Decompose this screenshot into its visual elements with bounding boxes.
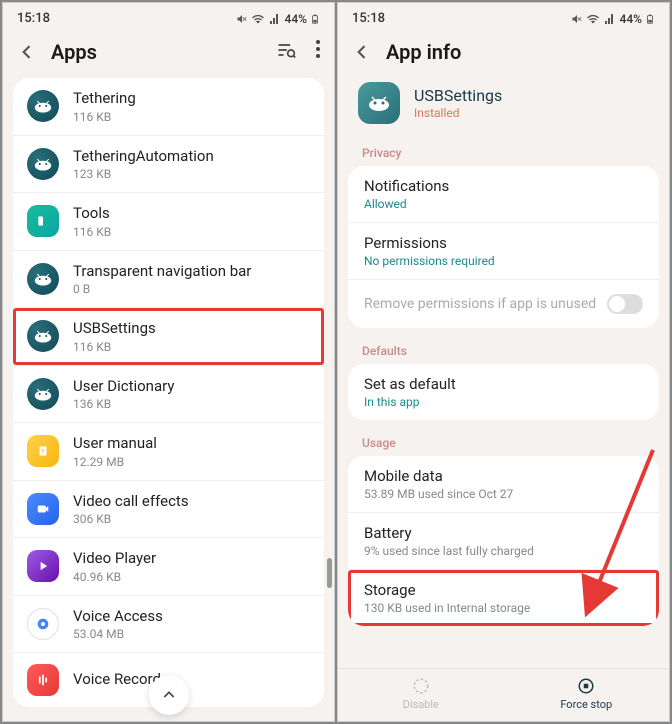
status-time: 15:18 — [352, 11, 385, 26]
section-usage: Usage — [348, 428, 659, 456]
signal-icon — [268, 13, 282, 25]
more-icon[interactable] — [316, 40, 320, 64]
mobile-data-row[interactable]: Mobile data 53.89 MB used since Oct 27 — [348, 456, 659, 513]
signal-icon — [603, 13, 617, 25]
app-icon — [27, 608, 59, 640]
app-row[interactable]: Tools116 KB — [13, 193, 324, 251]
status-bar: 15:18 44% — [3, 3, 334, 30]
app-size-label: 0 B — [73, 282, 310, 296]
storage-row[interactable]: Storage 130 KB used in Internal storage — [348, 570, 659, 626]
status-indicators: 44% — [236, 12, 320, 26]
app-size-label: 136 KB — [73, 397, 310, 411]
app-name-label: Video Player — [73, 549, 310, 569]
app-icon — [27, 320, 59, 352]
app-size-label: 306 KB — [73, 512, 310, 526]
back-icon[interactable] — [352, 42, 372, 62]
permissions-row[interactable]: Permissions No permissions required — [348, 223, 659, 280]
app-name-label: Voice Recorder — [73, 670, 310, 690]
app-row[interactable]: Video Player40.96 KB — [13, 538, 324, 596]
apps-list-screen: 15:18 44% Apps Tethering116 KBTetheringA… — [2, 2, 335, 722]
scroll-top-button[interactable] — [149, 675, 189, 715]
header: App info — [338, 30, 669, 78]
app-row[interactable]: User Dictionary136 KB — [13, 366, 324, 424]
app-icon — [27, 90, 59, 122]
app-size-label: 116 KB — [73, 340, 310, 354]
app-icon — [27, 493, 59, 525]
app-size-label: 12.29 MB — [73, 455, 310, 469]
disable-button: Disable — [338, 669, 504, 721]
app-icon — [27, 148, 59, 180]
wifi-icon — [251, 13, 265, 25]
app-info-content[interactable]: USBSettings Installed Privacy Notificati… — [338, 78, 669, 668]
app-row[interactable]: Tethering116 KB — [13, 78, 324, 136]
section-privacy: Privacy — [348, 138, 659, 166]
app-name: USBSettings — [414, 86, 502, 105]
app-row[interactable]: Transparent navigation bar0 B — [13, 251, 324, 309]
app-icon — [27, 550, 59, 582]
app-name-label: USBSettings — [73, 319, 310, 339]
status-indicators: 44% — [571, 12, 655, 26]
app-status: Installed — [414, 106, 502, 120]
app-icon: ? — [27, 435, 59, 467]
wifi-icon — [586, 13, 600, 25]
app-icon — [358, 82, 400, 124]
app-icon — [27, 378, 59, 410]
toggle-switch[interactable] — [607, 294, 643, 314]
back-icon[interactable] — [17, 42, 37, 62]
app-name-label: TetheringAutomation — [73, 147, 310, 167]
bottom-actions: Disable Force stop — [338, 668, 669, 721]
page-title: App info — [386, 40, 655, 64]
app-name-label: Voice Access — [73, 607, 310, 627]
app-name-label: Tethering — [73, 89, 310, 109]
app-info-screen: 15:18 44% App info USBSettings Installed… — [337, 2, 670, 722]
app-size-label: 40.96 KB — [73, 570, 310, 584]
app-size-label: 53.04 MB — [73, 627, 310, 641]
battery-icon — [310, 12, 320, 26]
scrollbar-thumb[interactable] — [327, 558, 332, 588]
remove-unused-row[interactable]: Remove permissions if app is unused — [348, 280, 659, 328]
force-stop-button[interactable]: Force stop — [504, 669, 670, 721]
app-icon — [27, 664, 59, 696]
app-size-label: 123 KB — [73, 167, 310, 181]
app-icon — [27, 205, 59, 237]
mute-icon — [236, 13, 248, 25]
app-size-label: 116 KB — [73, 225, 310, 239]
app-row[interactable]: TetheringAutomation123 KB — [13, 136, 324, 194]
mute-icon — [571, 13, 583, 25]
header: Apps — [3, 30, 334, 78]
app-name-label: User Dictionary — [73, 377, 310, 397]
notifications-row[interactable]: Notifications Allowed — [348, 166, 659, 223]
battery-icon — [645, 12, 655, 26]
search-filter-icon[interactable] — [276, 40, 296, 64]
app-name-label: User manual — [73, 434, 310, 454]
section-defaults: Defaults — [348, 336, 659, 364]
app-header: USBSettings Installed — [348, 78, 659, 138]
svg-text:?: ? — [42, 450, 45, 456]
app-name-label: Transparent navigation bar — [73, 262, 310, 282]
app-size-label: 116 KB — [73, 110, 310, 124]
app-row[interactable]: USBSettings116 KB — [13, 308, 324, 366]
app-icon — [27, 263, 59, 295]
page-title: Apps — [51, 40, 262, 64]
app-row[interactable]: ? User manual12.29 MB — [13, 423, 324, 481]
app-row[interactable]: Voice Access53.04 MB — [13, 596, 324, 654]
set-default-row[interactable]: Set as default In this app — [348, 364, 659, 420]
app-row[interactable]: Video call effects306 KB — [13, 481, 324, 539]
battery-row[interactable]: Battery 9% used since last fully charged — [348, 513, 659, 570]
apps-list[interactable]: Tethering116 KBTetheringAutomation123 KB… — [3, 78, 334, 721]
app-name-label: Video call effects — [73, 492, 310, 512]
status-time: 15:18 — [17, 11, 50, 26]
status-bar: 15:18 44% — [338, 3, 669, 30]
app-name-label: Tools — [73, 204, 310, 224]
